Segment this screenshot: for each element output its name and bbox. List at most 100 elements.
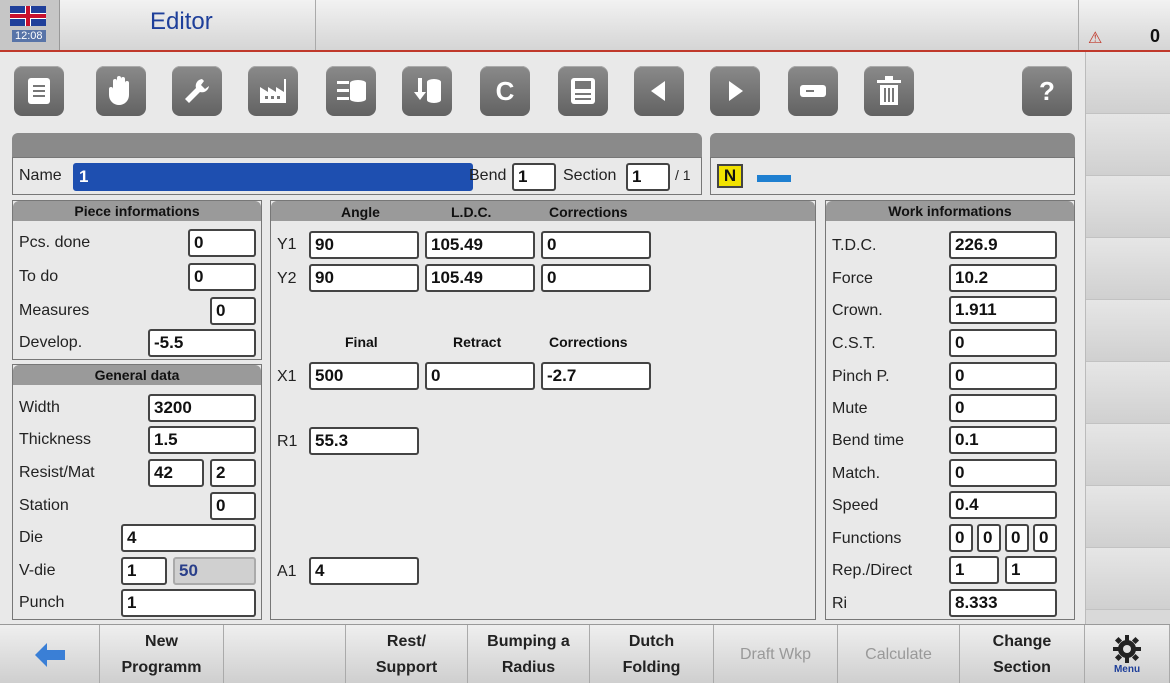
softkey-slot[interactable] <box>1086 300 1170 362</box>
a1-input[interactable]: 4 <box>309 557 419 585</box>
thickness-input[interactable]: 1.5 <box>148 426 256 454</box>
a1-label: A1 <box>277 563 297 580</box>
crown-input[interactable]: 1.911 <box>949 296 1057 324</box>
softkey-slot[interactable] <box>1086 176 1170 238</box>
tdc-input[interactable]: 226.9 <box>949 231 1057 259</box>
title-divider <box>315 0 316 50</box>
clock: 12:08 <box>12 30 46 42</box>
softkey-slot[interactable] <box>1086 486 1170 548</box>
material-input[interactable]: 2 <box>210 459 256 487</box>
help-icon[interactable]: ? <box>1022 66 1072 116</box>
y2-ldc-input[interactable]: 105.49 <box>425 264 535 292</box>
database-import-icon[interactable] <box>402 66 452 116</box>
final-header: Final <box>345 334 378 350</box>
empty-softkey[interactable] <box>224 625 346 683</box>
dutch-folding-button[interactable]: Dutch Folding <box>590 625 714 683</box>
rest-support-button[interactable]: Rest/ Support <box>346 625 468 683</box>
bend-input[interactable]: 1 <box>512 163 556 191</box>
factory-icon[interactable] <box>248 66 298 116</box>
title-divider <box>1078 0 1079 50</box>
menu-label: Menu <box>1113 663 1141 675</box>
y1-angle-input[interactable]: 90 <box>309 231 419 259</box>
width-input[interactable]: 3200 <box>148 394 256 422</box>
next-icon[interactable] <box>710 66 760 116</box>
rep-input[interactable]: 1 <box>949 556 999 584</box>
function-1-input[interactable]: 0 <box>949 524 973 552</box>
v-die-width: 50 <box>173 557 256 585</box>
language-time-box[interactable]: 12:08 <box>0 0 60 50</box>
softkey-slot[interactable] <box>1086 238 1170 300</box>
speed-input[interactable]: 0.4 <box>949 491 1057 519</box>
ri-input[interactable]: 8.333 <box>949 589 1057 617</box>
angle-header: Angle <box>341 204 380 220</box>
y2-corrections-input[interactable]: 0 <box>541 264 651 292</box>
x1-retract-input[interactable]: 0 <box>425 362 535 390</box>
document-icon[interactable] <box>14 66 64 116</box>
develop-label: Develop. <box>19 334 83 351</box>
bend-time-input[interactable]: 0.1 <box>949 426 1057 454</box>
y2-label: Y2 <box>277 270 297 287</box>
resist-input[interactable]: 42 <box>148 459 204 487</box>
draft-wkp-button[interactable]: Draft Wkp <box>714 625 838 683</box>
softkey-slot[interactable] <box>1086 52 1170 114</box>
gear-icon <box>1113 634 1141 663</box>
cst-input[interactable]: 0 <box>949 329 1057 357</box>
piece-info-panel: Piece informations Pcs. done 0 To do 0 M… <box>12 200 262 360</box>
die-input[interactable]: 4 <box>121 524 256 552</box>
menu-button[interactable]: Menu <box>1085 625 1170 683</box>
measures-input[interactable]: 0 <box>210 297 256 325</box>
r1-input[interactable]: 55.3 <box>309 427 419 455</box>
uk-flag-icon[interactable] <box>10 6 46 26</box>
station-input[interactable]: 0 <box>210 492 256 520</box>
function-3-input[interactable]: 0 <box>1005 524 1029 552</box>
softkey-slot[interactable] <box>1086 424 1170 486</box>
pinch-input[interactable]: 0 <box>949 362 1057 390</box>
trash-icon[interactable] <box>864 66 914 116</box>
y1-corrections-input[interactable]: 0 <box>541 231 651 259</box>
calculate-button[interactable]: Calculate <box>838 625 960 683</box>
back-arrow-icon[interactable] <box>0 625 100 683</box>
force-input[interactable]: 10.2 <box>949 264 1057 292</box>
y2-angle-input[interactable]: 90 <box>309 264 419 292</box>
bumping-radius-button[interactable]: Bumping a Radius <box>468 625 590 683</box>
change-section-button[interactable]: Change Section <box>960 625 1085 683</box>
right-softkey-column <box>1085 52 1170 624</box>
section-label: Section <box>563 167 617 184</box>
match-input[interactable]: 0 <box>949 459 1057 487</box>
direct-input[interactable]: 1 <box>1005 556 1057 584</box>
alarm-icon[interactable]: ⚠ <box>1088 28 1102 48</box>
name-label: Name <box>19 167 62 184</box>
clear-icon[interactable]: C <box>480 66 530 116</box>
softkey-slot[interactable] <box>1086 362 1170 424</box>
station-label: Station <box>19 497 69 514</box>
new-programm-button[interactable]: New Programm <box>100 625 224 683</box>
v-die-input[interactable]: 1 <box>121 557 167 585</box>
wrench-icon[interactable] <box>172 66 222 116</box>
to-do-label: To do <box>19 268 59 285</box>
function-4-input[interactable]: 0 <box>1033 524 1057 552</box>
pcs-done-input[interactable]: 0 <box>188 229 256 257</box>
to-do-input[interactable]: 0 <box>188 263 256 291</box>
r1-label: R1 <box>277 433 298 450</box>
minus-icon[interactable] <box>788 66 838 116</box>
save-icon[interactable] <box>558 66 608 116</box>
prev-icon[interactable] <box>634 66 684 116</box>
punch-input[interactable]: 1 <box>121 589 256 617</box>
function-2-input[interactable]: 0 <box>977 524 1001 552</box>
x1-final-input[interactable]: 500 <box>309 362 419 390</box>
cst-label: C.S.T. <box>832 335 876 352</box>
resist-mat-label: Resist/Mat <box>19 464 95 481</box>
name-input[interactable]: 1 <box>73 163 473 191</box>
develop-input[interactable]: -5.5 <box>148 329 256 357</box>
ri-label: Ri <box>832 595 848 612</box>
x1-corrections-input[interactable]: -2.7 <box>541 362 651 390</box>
pinch-label: Pinch P. <box>832 368 890 385</box>
hand-icon[interactable] <box>96 66 146 116</box>
softkey-slot[interactable] <box>1086 548 1170 610</box>
mode-panel: N <box>710 157 1075 195</box>
mute-input[interactable]: 0 <box>949 394 1057 422</box>
y1-ldc-input[interactable]: 105.49 <box>425 231 535 259</box>
database-list-icon[interactable] <box>326 66 376 116</box>
softkey-slot[interactable] <box>1086 114 1170 176</box>
section-input[interactable]: 1 <box>626 163 670 191</box>
